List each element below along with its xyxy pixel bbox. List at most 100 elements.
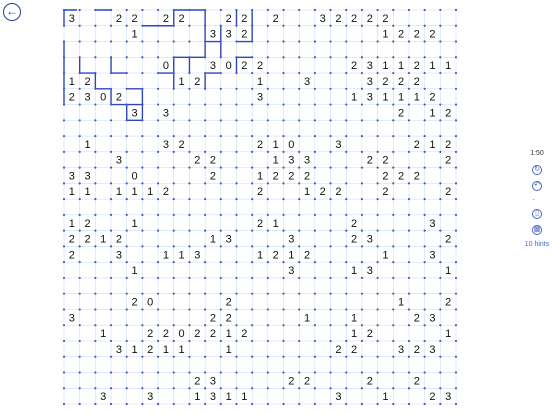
grid-dot [235,40,238,43]
grid-dot [188,245,191,248]
grid-dot [204,56,207,59]
grid-dot [188,371,191,374]
grid-dot [156,198,160,201]
grid-dot [219,261,222,264]
grid-dot [266,371,269,374]
clue-number: 3 [429,312,435,324]
grid-dot [407,8,411,12]
clue-number: 2 [257,139,263,151]
grid-dot [219,355,222,358]
grid-dot [204,229,207,232]
grid-dot [266,56,269,59]
grid-dot [423,182,426,185]
grid-dot [298,324,301,327]
grid-dot [172,71,175,75]
grid-dot [109,119,113,122]
clue-number: 1 [131,265,137,277]
grid-dot [439,339,442,343]
grid-dot [360,213,364,216]
grid-dot [439,40,442,43]
grid-dot [125,56,128,59]
grid-dot [109,166,113,169]
grid-dot [345,24,348,27]
clue-number: 3 [398,344,404,356]
grid-dot [423,229,426,232]
grid-dot [345,8,348,12]
erase-button[interactable]: ▯ [532,209,542,219]
grid-dot [266,24,269,27]
grid-dot [345,339,348,343]
grid-dot [156,134,160,138]
grid-dot [423,150,426,153]
grid-dot [423,355,426,358]
clue-number: 3 [116,249,122,261]
grid-dot [392,119,395,122]
grid-dot [282,150,285,153]
grid-dot [219,8,222,12]
grid-dot [172,134,175,138]
grid-dot [360,119,364,122]
clue-number: 0 [163,60,169,72]
grid-dot [392,71,395,75]
grid-dot [156,245,160,248]
clue-number: 2 [304,375,310,387]
grid-dot [62,213,66,216]
grid-dot [62,103,66,106]
grid-dot [141,371,144,374]
grid-dot [298,402,301,406]
grid-dot [172,402,175,406]
grid-dot [125,134,128,138]
grid-dot [454,402,458,406]
grid-dot [298,371,301,374]
clue-number: 3 [163,107,169,119]
grid-dot [345,182,348,185]
grid-dot [125,324,128,327]
grid-dot [392,182,395,185]
grid-dot [266,213,269,216]
clue-number: 2 [351,218,357,230]
grid-dot [251,261,254,264]
grid-dot [235,103,238,106]
grid-dot [78,134,81,138]
clue-number: 1 [163,344,169,356]
grid-dot [109,261,113,264]
grid-dot [78,103,81,106]
undo-button[interactable]: ↶ [532,181,542,191]
grid-dot [313,24,316,27]
grid-dot [219,150,222,153]
clue-number: 2 [398,170,404,182]
grid-dot [439,119,442,122]
clue-number: 2 [382,155,388,167]
grid-dot [423,276,426,280]
grid-dot [204,402,207,406]
clue-number: 2 [382,186,388,198]
grid-dot [345,103,348,106]
grid-dot [172,308,175,311]
restart-button[interactable]: ↻ [532,165,542,175]
clue-number: 2 [116,13,122,25]
grid-dot [345,371,348,374]
slitherlink-board[interactable]: 3 2 2 2 2 2 2 2 3 2 2 2 21 3 3 2 1 2 2 20 3 0 2 2 2 3 1 1 2 1 11 2 1 2 1 3 3… [0,0,552,414]
clue-number: 1 [304,312,310,324]
clue-number: 2 [226,13,232,25]
clue-number: 1 [226,328,232,340]
grid-dot [423,24,426,27]
grid-dot [188,198,191,201]
clue-number: 2 [210,312,216,324]
hints-button[interactable]: 10 hints [525,241,550,248]
controls: ↻ ↶ · ▯ ▦ [532,165,542,241]
grid-dot [188,87,191,90]
clue-number: 0 [147,297,153,309]
grid-dot [376,387,379,390]
grid-dot [423,198,426,201]
grid-dot [345,134,348,138]
grid-dot [313,229,316,232]
grid-dot [172,324,175,327]
grid-dot [266,166,269,169]
mode-button[interactable]: ▦ [532,225,542,235]
grid-dot [172,213,175,216]
clue-number: 2 [194,155,200,167]
clue-number: 2 [414,139,420,151]
grid-dot [94,292,97,295]
clue-number: 2 [335,186,341,198]
